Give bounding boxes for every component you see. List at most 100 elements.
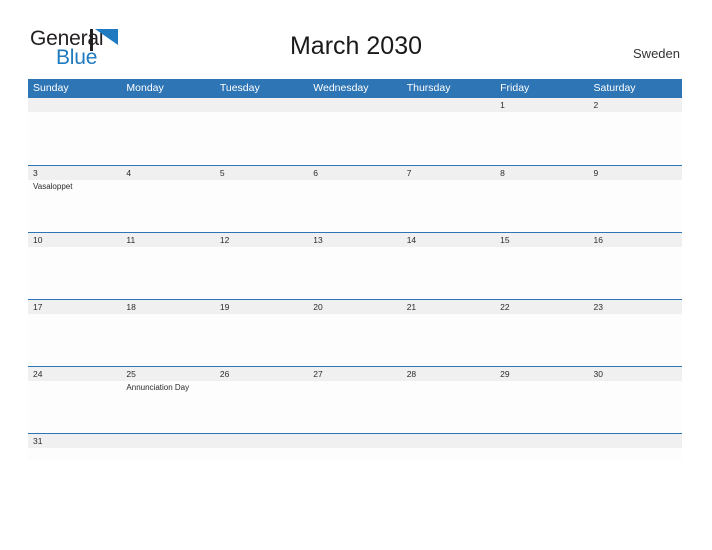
day-cell[interactable] — [589, 180, 682, 232]
day-number-empty — [495, 434, 588, 448]
day-cell[interactable] — [589, 247, 682, 299]
day-cell[interactable] — [589, 112, 682, 164]
day-number[interactable]: 29 — [495, 367, 588, 381]
day-number-empty — [402, 98, 495, 112]
calendar-weeks: 1 2 3 4 5 6 7 8 9 Vasaloppet 10 11 12 13 14 15 16 17 18 19 2… — [28, 98, 682, 461]
day-number-empty — [402, 434, 495, 448]
day-number[interactable]: 8 — [495, 166, 588, 180]
day-number[interactable]: 30 — [589, 367, 682, 381]
day-cell[interactable] — [495, 180, 588, 232]
day-cell[interactable] — [402, 180, 495, 232]
day-number[interactable]: 21 — [402, 300, 495, 314]
day-cell[interactable] — [402, 314, 495, 366]
day-cell[interactable] — [402, 247, 495, 299]
day-cell[interactable] — [495, 381, 588, 433]
weekday-header-tuesday: Tuesday — [219, 82, 260, 94]
day-cell[interactable] — [121, 247, 214, 299]
day-number[interactable]: 14 — [402, 233, 495, 247]
day-number[interactable]: 9 — [589, 166, 682, 180]
day-cell[interactable] — [308, 247, 401, 299]
day-number-empty — [215, 98, 308, 112]
page-title: March 2030 — [289, 32, 423, 60]
day-cell[interactable] — [308, 314, 401, 366]
country-label: Sweden — [633, 46, 680, 61]
day-number[interactable]: 13 — [308, 233, 401, 247]
weekday-header-saturday: Saturday — [593, 82, 636, 94]
day-number[interactable]: 16 — [589, 233, 682, 247]
calendar-week-row: 17 18 19 20 21 22 23 — [28, 299, 682, 366]
day-cell — [402, 112, 495, 164]
day-cell[interactable] — [215, 314, 308, 366]
day-cell[interactable]: Vasaloppet — [28, 180, 121, 232]
week-number-band: 3456789 — [28, 166, 682, 180]
day-event-label: Annunciation Day — [126, 383, 190, 392]
day-event-label: Vasaloppet — [33, 182, 73, 191]
day-cell — [402, 448, 495, 461]
day-cell[interactable] — [308, 180, 401, 232]
week-body-band: Vasaloppet — [28, 180, 682, 232]
day-cell — [495, 448, 588, 461]
day-cell — [308, 448, 401, 461]
week-number-band: 31 — [28, 434, 682, 448]
day-cell[interactable] — [121, 314, 214, 366]
day-number[interactable]: 23 — [589, 300, 682, 314]
day-number[interactable]: 22 — [495, 300, 588, 314]
day-cell[interactable] — [402, 381, 495, 433]
day-number[interactable]: 7 — [402, 166, 495, 180]
day-number[interactable]: 15 — [495, 233, 588, 247]
day-cell[interactable] — [28, 381, 121, 433]
day-cell[interactable] — [308, 381, 401, 433]
day-number[interactable]: 31 — [28, 434, 121, 448]
day-number[interactable]: 12 — [215, 233, 308, 247]
day-cell[interactable] — [589, 314, 682, 366]
weekday-header-friday: Friday — [500, 82, 530, 94]
day-number[interactable]: 19 — [215, 300, 308, 314]
day-number[interactable]: 6 — [308, 166, 401, 180]
day-number[interactable]: 27 — [308, 367, 401, 381]
day-number[interactable]: 17 — [28, 300, 121, 314]
day-number[interactable]: 28 — [402, 367, 495, 381]
weekday-header-row: Sunday Monday Tuesday Wednesday Thursday Frid… — [28, 79, 682, 98]
calendar-week-row: 3 4 5 6 7 8 9 Vasaloppet — [28, 165, 682, 232]
day-number-empty — [28, 98, 121, 112]
day-number[interactable]: 4 — [121, 166, 214, 180]
day-cell[interactable]: Annunciation Day — [121, 381, 214, 433]
week-body-band — [28, 448, 682, 461]
day-cell[interactable] — [495, 112, 588, 164]
day-number[interactable]: 3 — [28, 166, 121, 180]
day-cell[interactable] — [215, 381, 308, 433]
day-cell[interactable] — [215, 180, 308, 232]
week-body-band — [28, 112, 682, 164]
week-body-band — [28, 314, 682, 366]
week-body-band: Annunciation Day — [28, 381, 682, 433]
calendar-page: General Blue March 2030 Sweden Sunday Mon… — [0, 0, 712, 550]
day-cell[interactable] — [495, 247, 588, 299]
calendar-week-row: 31 — [28, 433, 682, 461]
week-body-band — [28, 247, 682, 299]
day-cell — [121, 448, 214, 461]
day-number[interactable]: 2 — [589, 98, 682, 112]
day-number[interactable]: 5 — [215, 166, 308, 180]
day-cell[interactable] — [28, 448, 121, 461]
day-cell[interactable] — [121, 180, 214, 232]
day-number-empty — [215, 434, 308, 448]
day-number[interactable]: 26 — [215, 367, 308, 381]
day-number[interactable]: 20 — [308, 300, 401, 314]
day-number[interactable]: 18 — [121, 300, 214, 314]
day-number[interactable]: 11 — [121, 233, 214, 247]
day-cell — [121, 112, 214, 164]
week-number-band: 24 25 26 27 28 29 30 — [28, 367, 682, 381]
day-cell[interactable] — [589, 381, 682, 433]
day-number[interactable]: 24 — [28, 367, 121, 381]
day-cell[interactable] — [28, 247, 121, 299]
day-cell — [308, 112, 401, 164]
day-cell[interactable] — [28, 314, 121, 366]
day-cell — [215, 112, 308, 164]
day-number[interactable]: 10 — [28, 233, 121, 247]
day-number[interactable]: 1 — [495, 98, 588, 112]
weekday-header-wednesday: Wednesday — [313, 82, 369, 94]
day-cell[interactable] — [215, 247, 308, 299]
day-number[interactable]: 25 — [121, 367, 214, 381]
day-cell[interactable] — [495, 314, 588, 366]
day-cell — [589, 448, 682, 461]
